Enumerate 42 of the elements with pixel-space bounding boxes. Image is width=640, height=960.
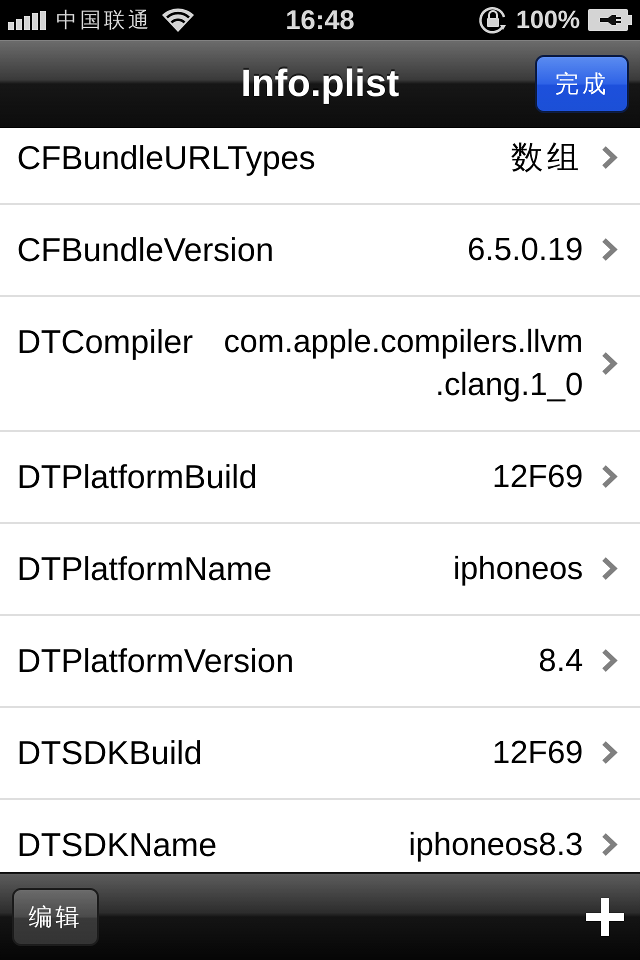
battery-icon <box>588 9 632 31</box>
row-key: DTSDKBuild <box>17 731 202 774</box>
chevron-icon <box>601 556 618 581</box>
chevron-icon <box>601 145 618 170</box>
list-row[interactable]: DTPlatformVersion 8.4 <box>0 616 640 708</box>
row-value: 12F69 <box>491 733 583 772</box>
list-row[interactable]: DTPlatformBuild 12F69 <box>0 432 640 524</box>
row-value: iphoneos <box>452 549 583 588</box>
row-value: com.apple.compilers.llvm .clang.1_0 <box>222 322 583 404</box>
row-value: 6.5.0.19 <box>466 230 583 269</box>
nav-title: Info.plist <box>240 62 400 106</box>
list-row[interactable]: CFBundleURLTypes 数组 <box>0 128 640 205</box>
chevron-icon <box>601 648 618 673</box>
row-key: CFBundleVersion <box>17 228 274 271</box>
row-key: DTCompiler <box>17 320 194 363</box>
wifi-icon <box>162 8 194 32</box>
list-row[interactable]: CFBundleVersion 6.5.0.19 <box>0 205 640 297</box>
rotation-lock-icon <box>478 5 508 35</box>
list-row[interactable]: DTPlatformName iphoneos <box>0 524 640 616</box>
add-icon[interactable] <box>586 898 624 936</box>
chevron-icon <box>601 350 618 376</box>
chevron-icon <box>601 740 618 765</box>
row-value: 8.4 <box>538 641 583 680</box>
carrier-name: 中国联通 <box>56 7 152 34</box>
chevron-icon <box>601 464 618 489</box>
row-key: DTPlatformVersion <box>17 639 294 682</box>
battery-percent: 100% <box>516 6 580 34</box>
done-button[interactable]: 完成 <box>535 55 629 113</box>
row-key: CFBundleURLTypes <box>17 136 316 179</box>
row-value: iphoneos8.3 <box>408 825 583 864</box>
clock-time: 16:48 <box>285 4 355 36</box>
row-key: DTPlatformName <box>17 547 272 590</box>
row-key: DTPlatformBuild <box>17 455 258 498</box>
chevron-icon <box>601 237 618 262</box>
list-row[interactable]: DTCompiler com.apple.compilers.llvm .clang.1_0 <box>0 297 640 432</box>
row-value: 数组 <box>510 137 583 178</box>
list-row[interactable]: DTSDKBuild 12F69 <box>0 708 640 800</box>
row-value: 12F69 <box>491 457 583 496</box>
chevron-icon <box>601 832 618 857</box>
row-key: DTSDKName <box>17 823 217 866</box>
signal-bars-icon <box>8 10 46 30</box>
edit-button[interactable]: 编辑 <box>12 888 99 946</box>
